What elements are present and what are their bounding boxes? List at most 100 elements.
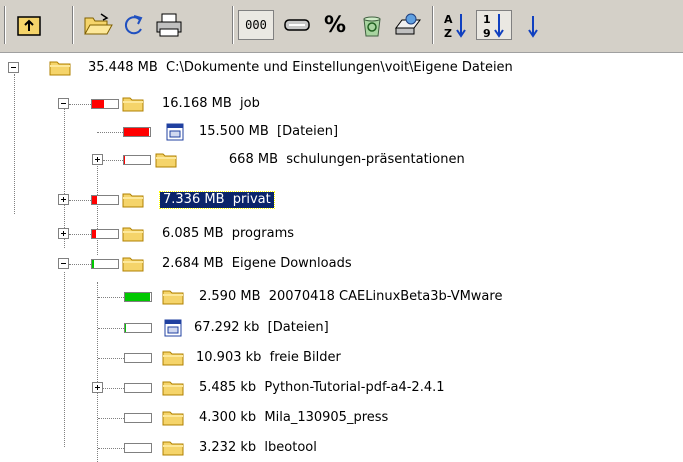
sort-alpha-icon: A Z bbox=[444, 13, 466, 40]
tree-connector bbox=[98, 328, 124, 329]
toolbar-separator bbox=[432, 6, 434, 44]
bar-view-button[interactable] bbox=[280, 10, 314, 40]
size-bar bbox=[124, 383, 152, 393]
percent-icon: % bbox=[323, 12, 347, 38]
tree-connector bbox=[69, 200, 91, 201]
tree-row[interactable]: 15.500 MB [Dateien] bbox=[0, 122, 683, 144]
tree-row[interactable]: 35.448 MB C:\Dokumente und Einstellungen… bbox=[0, 58, 683, 80]
size-bar-fill bbox=[124, 128, 149, 136]
network-drive-button[interactable] bbox=[390, 10, 426, 40]
folder-name: privat bbox=[232, 192, 271, 207]
tree-connector bbox=[97, 132, 123, 133]
tree-connector bbox=[98, 448, 124, 449]
toolbar-separator bbox=[72, 6, 74, 44]
tree-item-label[interactable]: 2.590 MB 20070418 CAELinuxBeta3b-VMware bbox=[199, 289, 502, 305]
size-bar bbox=[124, 413, 152, 423]
tree-item-label[interactable]: 7.336 MB privat bbox=[159, 191, 275, 209]
sort-descending-button[interactable] bbox=[518, 10, 548, 40]
size-bar-fill bbox=[125, 324, 126, 332]
percent-button[interactable]: % bbox=[318, 10, 352, 40]
tree-row[interactable]: 3.232 kb lbeotool bbox=[0, 438, 683, 460]
recycle-bin-button[interactable] bbox=[355, 10, 389, 40]
tree-item-label[interactable]: 668 MB schulungen-präsentationen bbox=[202, 152, 465, 168]
tree-item-label[interactable]: 3.232 kb lbeotool bbox=[199, 440, 317, 456]
tree-row[interactable]: 10.903 kb freie Bilder bbox=[0, 348, 683, 370]
tree-item-label[interactable]: 16.168 MB job bbox=[162, 96, 260, 112]
tree-connector bbox=[103, 388, 124, 389]
folder-icon bbox=[162, 439, 184, 457]
folder-icon bbox=[122, 225, 144, 243]
refresh-button[interactable] bbox=[116, 10, 150, 40]
folder-icon bbox=[122, 191, 144, 209]
sort-descending-icon bbox=[528, 16, 538, 38]
tree-item-label[interactable]: 15.500 MB [Dateien] bbox=[199, 124, 338, 140]
folder-name: C:\Dokumente und Einstellungen\voit\Eige… bbox=[166, 60, 513, 75]
size-bar bbox=[124, 353, 152, 363]
sort-numeric-button[interactable]: 1 9 bbox=[476, 10, 512, 40]
tree-connector bbox=[69, 234, 91, 235]
tree-row[interactable]: 2.590 MB 20070418 CAELinuxBeta3b-VMware bbox=[0, 287, 683, 309]
tree-row[interactable]: 7.336 MB privat bbox=[0, 190, 683, 212]
folder-name: 20070418 CAELinuxBeta3b-VMware bbox=[268, 289, 503, 304]
number-format-button[interactable]: 000 bbox=[238, 10, 274, 40]
tree-row[interactable]: 5.485 kb Python-Tutorial-pdf-a4-2.4.1 bbox=[0, 378, 683, 400]
open-folder-icon bbox=[84, 13, 113, 35]
tree-row[interactable]: 16.168 MB job bbox=[0, 94, 683, 116]
open-folder-button[interactable] bbox=[80, 10, 116, 40]
print-icon bbox=[156, 13, 182, 37]
tree-connector bbox=[98, 418, 124, 419]
tree-item-label[interactable]: 2.684 MB Eigene Downloads bbox=[162, 256, 352, 272]
print-button[interactable] bbox=[150, 10, 188, 40]
size-bar bbox=[124, 443, 152, 453]
tree-connector bbox=[103, 160, 123, 161]
tree-item-label[interactable]: 4.300 kb Mila_130905_press bbox=[199, 410, 388, 426]
expand-icon[interactable] bbox=[58, 194, 69, 205]
toolbar-separator bbox=[232, 6, 234, 44]
size-value: 10.903 kb bbox=[196, 350, 262, 365]
size-value: 5.485 kb bbox=[199, 380, 257, 395]
size-value: 67.292 kb bbox=[194, 320, 260, 335]
tree-row[interactable]: 2.684 MB Eigene Downloads bbox=[0, 254, 683, 276]
collapse-icon[interactable] bbox=[58, 98, 69, 109]
tree-item-label[interactable]: 67.292 kb [Dateien] bbox=[194, 320, 329, 336]
bar-view-icon bbox=[284, 19, 310, 31]
collapse-icon[interactable] bbox=[58, 258, 69, 269]
folder-name: Mila_130905_press bbox=[264, 410, 389, 425]
up-folder-button[interactable] bbox=[12, 10, 46, 40]
svg-text:A: A bbox=[444, 13, 453, 26]
network-drive-icon bbox=[395, 13, 421, 35]
tree-connector bbox=[69, 264, 91, 265]
tree-row[interactable]: 668 MB schulungen-präsentationen bbox=[0, 150, 683, 172]
tree-item-label[interactable]: 6.085 MB programs bbox=[162, 226, 294, 242]
size-bar-fill bbox=[124, 156, 126, 164]
toolbar-separator bbox=[4, 6, 6, 44]
folder-name: Python-Tutorial-pdf-a4-2.4.1 bbox=[264, 380, 445, 395]
expand-icon[interactable] bbox=[58, 228, 69, 239]
tree-item-label[interactable]: 35.448 MB C:\Dokumente und Einstellungen… bbox=[88, 60, 513, 76]
tree-row[interactable]: 6.085 MB programs bbox=[0, 224, 683, 246]
folder-name: programs bbox=[231, 226, 295, 241]
size-value: 15.500 MB bbox=[199, 124, 269, 139]
folder-icon bbox=[122, 95, 144, 113]
svg-text:9: 9 bbox=[483, 27, 491, 40]
svg-text:Z: Z bbox=[444, 27, 452, 40]
toolbar: 000 % A Z 1 9 bbox=[0, 0, 683, 53]
size-value: 3.232 kb bbox=[199, 440, 257, 455]
size-bar bbox=[91, 195, 119, 205]
folder-tree[interactable]: 35.448 MB C:\Dokumente und Einstellungen… bbox=[0, 52, 683, 462]
size-value: 4.300 kb bbox=[199, 410, 257, 425]
size-bar-fill bbox=[92, 260, 95, 268]
size-value: 2.684 MB bbox=[162, 256, 224, 271]
tree-row[interactable]: 67.292 kb [Dateien] bbox=[0, 318, 683, 340]
tree-item-label[interactable]: 10.903 kb freie Bilder bbox=[196, 350, 341, 366]
tree-row[interactable]: 4.300 kb Mila_130905_press bbox=[0, 408, 683, 430]
tree-item-label[interactable]: 5.485 kb Python-Tutorial-pdf-a4-2.4.1 bbox=[199, 380, 445, 396]
sort-alpha-button[interactable]: A Z bbox=[438, 10, 472, 40]
expand-icon[interactable] bbox=[92, 154, 103, 165]
folder-name: schulungen-präsentationen bbox=[286, 152, 465, 167]
tree-connector bbox=[69, 104, 91, 105]
size-value: 668 MB bbox=[228, 152, 278, 167]
folder-name: freie Bilder bbox=[269, 350, 341, 365]
collapse-icon[interactable] bbox=[8, 62, 19, 73]
expand-icon[interactable] bbox=[92, 382, 103, 393]
